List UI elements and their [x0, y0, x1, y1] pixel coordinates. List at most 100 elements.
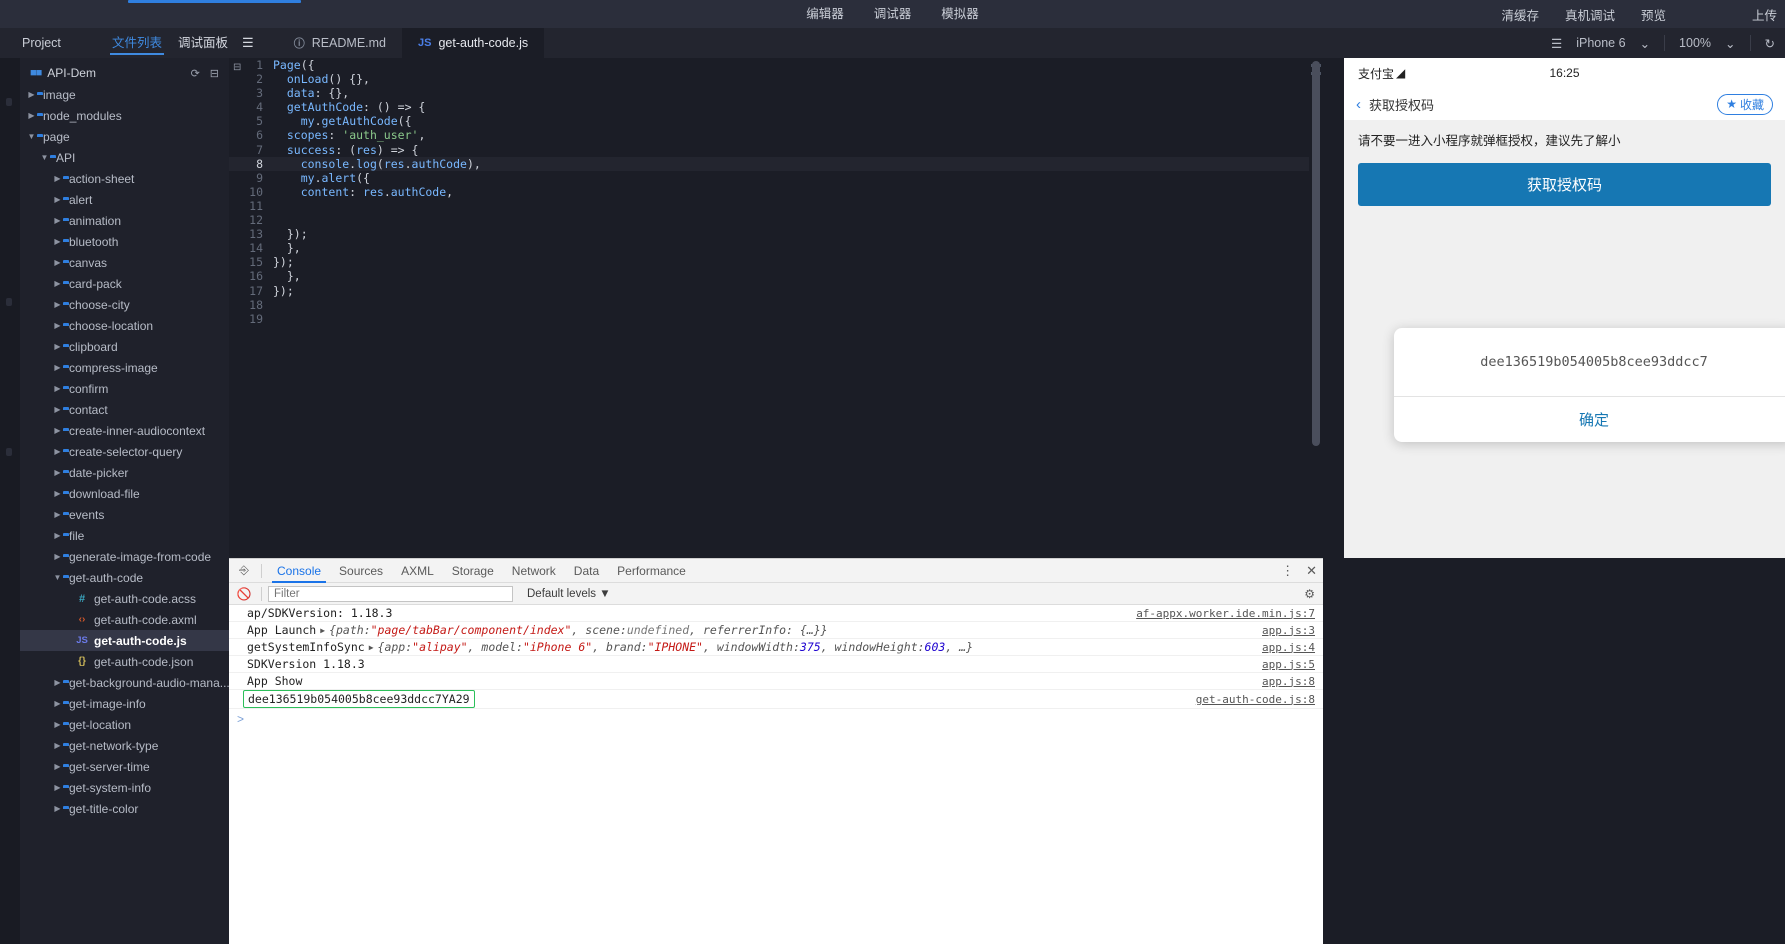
devtools-tab-storage[interactable]: Storage — [443, 559, 503, 583]
chevron-right-icon[interactable]: ▶ — [52, 342, 63, 351]
chevron-right-icon[interactable]: ▶ — [52, 216, 63, 225]
console-log-row[interactable]: dee136519b054005b8cee93ddcc7YA29 get-auth… — [229, 690, 1323, 709]
favorite-button[interactable]: ★ 收藏 — [1717, 93, 1773, 115]
devtools-tab-data[interactable]: Data — [565, 559, 608, 583]
get-auth-code-button[interactable]: 获取授权码 — [1358, 162, 1771, 206]
chevron-right-icon[interactable]: ▶ — [52, 321, 63, 330]
tree-item[interactable]: ▶ get-server-time — [20, 756, 229, 777]
chevron-right-icon[interactable]: ▶ — [52, 468, 63, 477]
console-source-link[interactable]: app.js:4 — [1262, 641, 1315, 654]
real-device-debug-button[interactable]: 真机调试 — [1565, 5, 1615, 24]
upload-button[interactable]: 上传 — [1752, 5, 1777, 24]
chevron-right-icon[interactable]: ▶ — [52, 510, 63, 519]
tree-item[interactable]: ▶ node_modules — [20, 105, 229, 126]
topbar-tab-debugger[interactable]: 调试器 — [874, 0, 912, 28]
tree-item[interactable]: ▶ image — [20, 84, 229, 105]
tree-item[interactable]: ▶ action-sheet — [20, 168, 229, 189]
chevron-right-icon[interactable]: ▶ — [52, 804, 63, 813]
chevron-right-icon[interactable]: ▶ — [52, 405, 63, 414]
topbar-tab-editor[interactable]: 编辑器 — [806, 0, 844, 28]
devtools-tab-sources[interactable]: Sources — [330, 559, 392, 583]
chevron-right-icon[interactable]: ▶ — [52, 762, 63, 771]
chevron-down-icon-zoom[interactable]: ⌄ — [1725, 36, 1735, 51]
inspect-cursor-icon[interactable]: ⎆ — [233, 563, 255, 578]
chevron-right-icon[interactable]: ▶ — [52, 720, 63, 729]
console-source-link[interactable]: app.js:5 — [1262, 658, 1315, 671]
tree-item[interactable]: ▶ clipboard — [20, 336, 229, 357]
tree-item[interactable]: ▶ choose-city — [20, 294, 229, 315]
chevron-right-icon[interactable]: ▶ — [52, 426, 63, 435]
tree-item[interactable]: ▶ card-pack — [20, 273, 229, 294]
tree-item[interactable]: ▶ file — [20, 525, 229, 546]
devtools-tab-axml[interactable]: AXML — [392, 559, 443, 583]
console-log-row[interactable]: ap/SDKVersion: 1.18.3 af-appx.worker.ide.… — [229, 605, 1323, 622]
tree-item[interactable]: ‹› get-auth-code.axml — [20, 609, 229, 630]
chevron-right-icon[interactable]: ▶ — [52, 678, 63, 687]
tree-item[interactable]: # get-auth-code.acss — [20, 588, 229, 609]
tree-item[interactable]: ▶ create-selector-query — [20, 441, 229, 462]
console-source-link[interactable]: get-auth-code.js:8 — [1196, 693, 1315, 706]
tree-item[interactable]: ▶ get-background-audio-mana... — [20, 672, 229, 693]
tree-item[interactable]: ▶ download-file — [20, 483, 229, 504]
chevron-right-icon[interactable]: ▶ — [52, 174, 63, 183]
collapse-icon[interactable]: ⊟ — [210, 67, 219, 80]
code-editor[interactable]: ⊟ 1 Page({2 onLoad() {}, 3 data: {}, 4 getA… — [229, 58, 1323, 558]
chevron-right-icon[interactable]: ▶ — [52, 699, 63, 708]
chevron-right-icon[interactable]: ▶ — [52, 258, 63, 267]
tree-item[interactable]: ▶ bluetooth — [20, 231, 229, 252]
chevron-right-icon[interactable]: ▶ — [52, 237, 63, 246]
clear-cache-button[interactable]: 清缓存 — [1501, 5, 1539, 24]
console-log-row[interactable]: getSystemInfoSync ▶ {app: "alipay", model… — [229, 639, 1323, 656]
tree-item[interactable]: ▶ events — [20, 504, 229, 525]
chevron-left-icon[interactable]: ‹ — [1356, 96, 1361, 113]
chevron-right-icon[interactable]: ▶ — [52, 363, 63, 372]
panel-layout-icon[interactable]: ☰ — [242, 28, 254, 58]
zoom-level-label[interactable]: 100% — [1679, 36, 1711, 50]
split-layout-icon[interactable]: ☰ — [1551, 36, 1562, 51]
console-source-link[interactable]: app.js:3 — [1262, 624, 1315, 637]
editor-tab-readme[interactable]: ⓘ README.md — [277, 28, 403, 58]
chevron-right-icon[interactable]: ▶ — [52, 447, 63, 456]
tree-item[interactable]: ▶ compress-image — [20, 357, 229, 378]
tree-item[interactable]: ▶ get-image-info — [20, 693, 229, 714]
chevron-right-icon[interactable]: ▶ — [52, 741, 63, 750]
chevron-down-icon-device[interactable]: ⌄ — [1640, 36, 1650, 51]
code-content[interactable]: 1 Page({2 onLoad() {}, 3 data: {}, 4 getAut… — [229, 58, 1323, 558]
chevron-down-icon[interactable]: ▼ — [39, 153, 50, 162]
chevron-right-icon[interactable]: ▶ — [26, 90, 37, 99]
tree-item[interactable]: ▼ get-auth-code — [20, 567, 229, 588]
tab-debug-panel[interactable]: 调试面板 — [176, 28, 230, 58]
console-output[interactable]: ap/SDKVersion: 1.18.3 af-appx.worker.ide.… — [229, 605, 1323, 709]
tree-item[interactable]: ▶ animation — [20, 210, 229, 231]
device-selector-label[interactable]: iPhone 6 — [1576, 36, 1625, 50]
tree-item[interactable]: ▶ alert — [20, 189, 229, 210]
devtools-tab-performance[interactable]: Performance — [608, 559, 695, 583]
chevron-right-icon[interactable]: ▶ — [52, 195, 63, 204]
more-options-icon[interactable]: ⋮ — [1281, 563, 1294, 579]
chevron-down-icon[interactable]: ▼ — [52, 573, 63, 582]
expand-triangle-icon[interactable]: ▶ — [369, 643, 374, 652]
tree-item[interactable]: ▶ get-location — [20, 714, 229, 735]
tree-item[interactable]: {} get-auth-code.json — [20, 651, 229, 672]
console-log-row[interactable]: SDKVersion 1.18.3 app.js:5 — [229, 656, 1323, 673]
editor-tab-get-auth-code-js[interactable]: JS get-auth-code.js — [402, 28, 545, 58]
tree-item[interactable]: ▶ generate-image-from-code — [20, 546, 229, 567]
console-source-link[interactable]: app.js:8 — [1262, 675, 1315, 688]
devtools-tab-console[interactable]: Console — [268, 559, 330, 583]
chevron-right-icon[interactable]: ▶ — [52, 552, 63, 561]
console-levels-dropdown[interactable]: Default levels ▼ — [527, 588, 611, 600]
console-prompt[interactable]: > — [229, 709, 1323, 729]
tree-item[interactable]: ▼ API — [20, 147, 229, 168]
file-tree[interactable]: ▶ image ▶ node_modules ▼ page ▼ API ▶ action-shee… — [20, 84, 229, 944]
close-icon[interactable]: ✕ — [1306, 563, 1317, 579]
chevron-right-icon[interactable]: ▶ — [52, 300, 63, 309]
tree-item[interactable]: ▶ canvas — [20, 252, 229, 273]
tree-item[interactable]: ▼ page — [20, 126, 229, 147]
chevron-right-icon[interactable]: ▶ — [52, 279, 63, 288]
tree-item[interactable]: ▶ choose-location — [20, 315, 229, 336]
modal-confirm-button[interactable]: 确定 — [1394, 397, 1785, 442]
tree-item[interactable]: ▶ get-system-info — [20, 777, 229, 798]
console-log-row[interactable]: App Show app.js:8 — [229, 673, 1323, 690]
console-source-link[interactable]: af-appx.worker.ide.min.js:7 — [1136, 607, 1315, 620]
chevron-right-icon[interactable]: ▶ — [26, 111, 37, 120]
